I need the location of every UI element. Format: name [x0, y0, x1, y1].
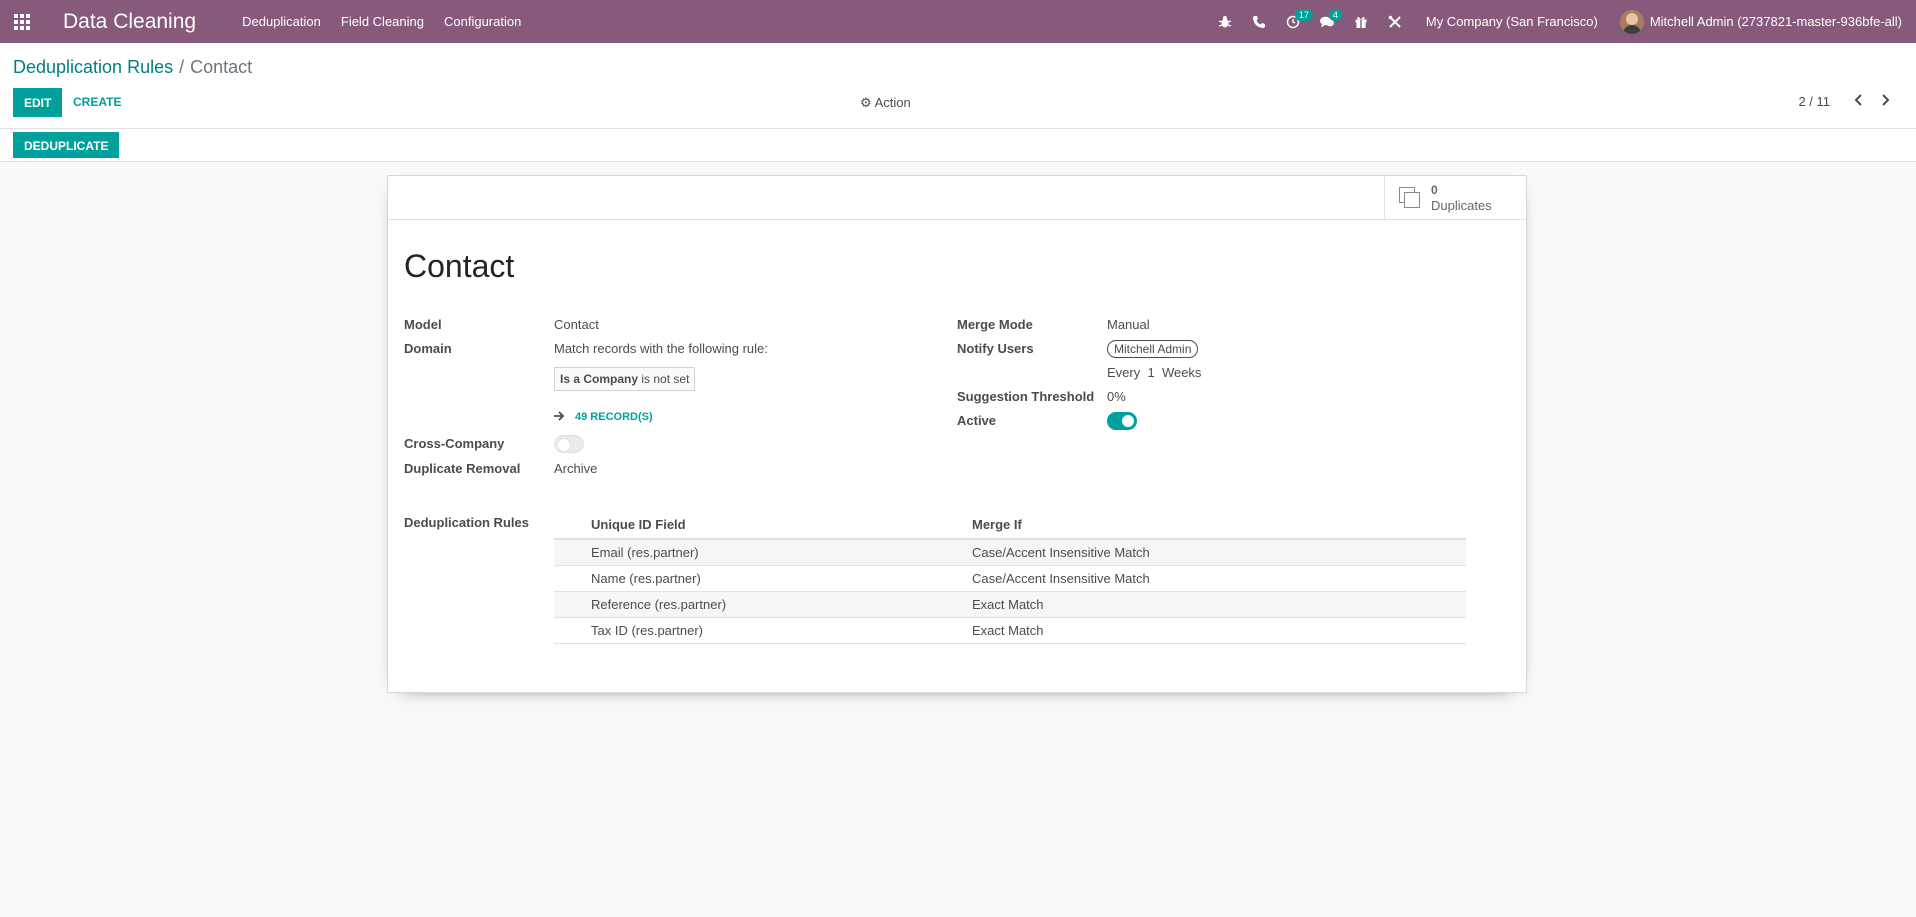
systray: 17 4 My Company (San Francisco) Mitchell… — [1208, 0, 1916, 43]
domain-rule-chip: Is a Company is not set — [554, 367, 696, 391]
menu-item-deduplication[interactable]: Deduplication — [232, 0, 331, 43]
action-label: Action — [874, 95, 911, 110]
messages-badge: 4 — [1328, 9, 1342, 21]
domain-label: Domain — [404, 341, 452, 356]
record-title: Contact — [404, 248, 515, 284]
menu-item-field-cleaning[interactable]: Field Cleaning — [331, 0, 434, 43]
domain-value: Match records with the following rule: — [554, 341, 768, 356]
create-button[interactable]: CREATE — [63, 88, 131, 117]
rules-table: Unique ID Field Merge If Email (res.part… — [554, 511, 1466, 644]
top-navbar: Data Cleaning Deduplication Field Cleani… — [0, 0, 1916, 43]
notify-every-label: Every — [1107, 365, 1141, 380]
breadcrumb-separator: / — [179, 57, 185, 77]
cross-company-toggle[interactable] — [554, 435, 584, 453]
active-label: Active — [957, 413, 997, 428]
domain-rule-field: Is a Company — [560, 372, 639, 386]
notify-users-label: Notify Users — [957, 341, 1034, 356]
app-title[interactable]: Data Cleaning — [63, 10, 196, 34]
suggestion-threshold-value: 0% — [1107, 389, 1126, 404]
form-sheet: 0 Duplicates Contact Model Contact Domai… — [387, 175, 1527, 693]
duplicates-label: Duplicates — [1431, 197, 1492, 213]
merge-mode-label: Merge Mode — [957, 317, 1033, 332]
active-toggle[interactable] — [1107, 412, 1137, 430]
deduplicate-button[interactable]: DEDUPLICATE — [13, 132, 120, 158]
user-name: Mitchell Admin (2737821-master-936bfe-al… — [1649, 14, 1902, 29]
chevron-left-icon[interactable] — [1846, 93, 1872, 110]
cross-company-label: Cross-Company — [404, 436, 505, 451]
gift-icon[interactable] — [1344, 0, 1378, 43]
main-menu: Deduplication Field Cleaning Configurati… — [232, 0, 531, 43]
chat-icon[interactable]: 4 — [1310, 0, 1344, 43]
notify-unit-value: Weeks — [1161, 365, 1202, 380]
notify-user-tag[interactable]: Mitchell Admin — [1107, 340, 1199, 358]
arrow-right-icon — [554, 409, 565, 424]
breadcrumb-current: Contact — [190, 57, 253, 77]
domain-rule-operator: is not set — [641, 372, 690, 386]
control-panel: Deduplication Rules / Contact EDIT CREATE … — [0, 43, 1916, 129]
suggestion-threshold-label: Suggestion Threshold — [957, 389, 1095, 404]
chevron-right-icon[interactable] — [1872, 93, 1898, 110]
edit-button[interactable]: EDIT — [13, 88, 63, 117]
tools-icon[interactable] — [1378, 0, 1412, 43]
breadcrumb: Deduplication Rules / Contact — [13, 57, 252, 78]
button-box: 0 Duplicates — [388, 176, 1526, 220]
model-value: Contact — [554, 317, 599, 332]
duplicate-removal-value: Archive — [554, 461, 598, 476]
apps-grid-icon[interactable] — [0, 0, 43, 43]
form-statusbar: DEDUPLICATE — [0, 129, 1916, 162]
notify-interval-value: 1 — [1147, 365, 1155, 380]
column-header-merge-if[interactable]: Merge If — [932, 511, 1466, 540]
rule-field-cell: Name (res.partner) — [554, 565, 932, 592]
table-header-row: Unique ID Field Merge If — [554, 511, 1466, 540]
phone-icon[interactable] — [1242, 0, 1276, 43]
action-menu[interactable]: ⚙ Action — [860, 95, 911, 111]
gear-icon: ⚙ — [860, 95, 872, 110]
table-row[interactable]: Email (res.partner) Case/Accent Insensit… — [554, 539, 1466, 566]
menu-item-configuration[interactable]: Configuration — [434, 0, 531, 43]
table-row[interactable]: Tax ID (res.partner) Exact Match — [554, 617, 1466, 644]
model-label: Model — [404, 317, 442, 332]
rule-field-cell: Email (res.partner) — [554, 539, 932, 566]
rule-field-cell: Reference (res.partner) — [554, 591, 932, 618]
deduplication-rules-label: Deduplication Rules — [404, 515, 529, 530]
rule-merge-cell: Exact Match — [932, 617, 1466, 644]
duplicates-count: 0 — [1431, 182, 1438, 197]
merge-mode-value: Manual — [1107, 317, 1150, 332]
company-switcher[interactable]: My Company (San Francisco) — [1412, 14, 1612, 29]
rule-field-cell: Tax ID (res.partner) — [554, 617, 932, 644]
rule-merge-cell: Case/Accent Insensitive Match — [932, 539, 1466, 566]
breadcrumb-parent[interactable]: Deduplication Rules — [13, 57, 173, 77]
column-header-unique-id[interactable]: Unique ID Field — [554, 511, 932, 540]
duplicate-removal-label: Duplicate Removal — [404, 461, 521, 476]
table-row[interactable]: Reference (res.partner) Exact Match — [554, 591, 1466, 618]
duplicates-stat-button[interactable]: 0 Duplicates — [1384, 176, 1526, 219]
pager-value[interactable]: 2 / 11 — [1798, 94, 1830, 109]
pager: 2 / 11 — [1798, 93, 1898, 110]
records-count: 49 RECORD(S) — [575, 410, 653, 423]
bug-icon[interactable] — [1208, 0, 1242, 43]
rule-merge-cell: Case/Accent Insensitive Match — [932, 565, 1466, 592]
rule-merge-cell: Exact Match — [932, 591, 1466, 618]
records-link[interactable]: 49 RECORD(S) — [554, 409, 653, 424]
table-row[interactable]: Name (res.partner) Case/Accent Insensiti… — [554, 565, 1466, 592]
avatar — [1619, 9, 1644, 34]
notify-frequency: Every 1 Weeks — [1107, 365, 1201, 380]
clock-icon[interactable]: 17 — [1276, 0, 1313, 43]
user-menu[interactable]: Mitchell Admin (2737821-master-936bfe-al… — [1612, 9, 1916, 34]
copy-icon — [1399, 186, 1421, 209]
